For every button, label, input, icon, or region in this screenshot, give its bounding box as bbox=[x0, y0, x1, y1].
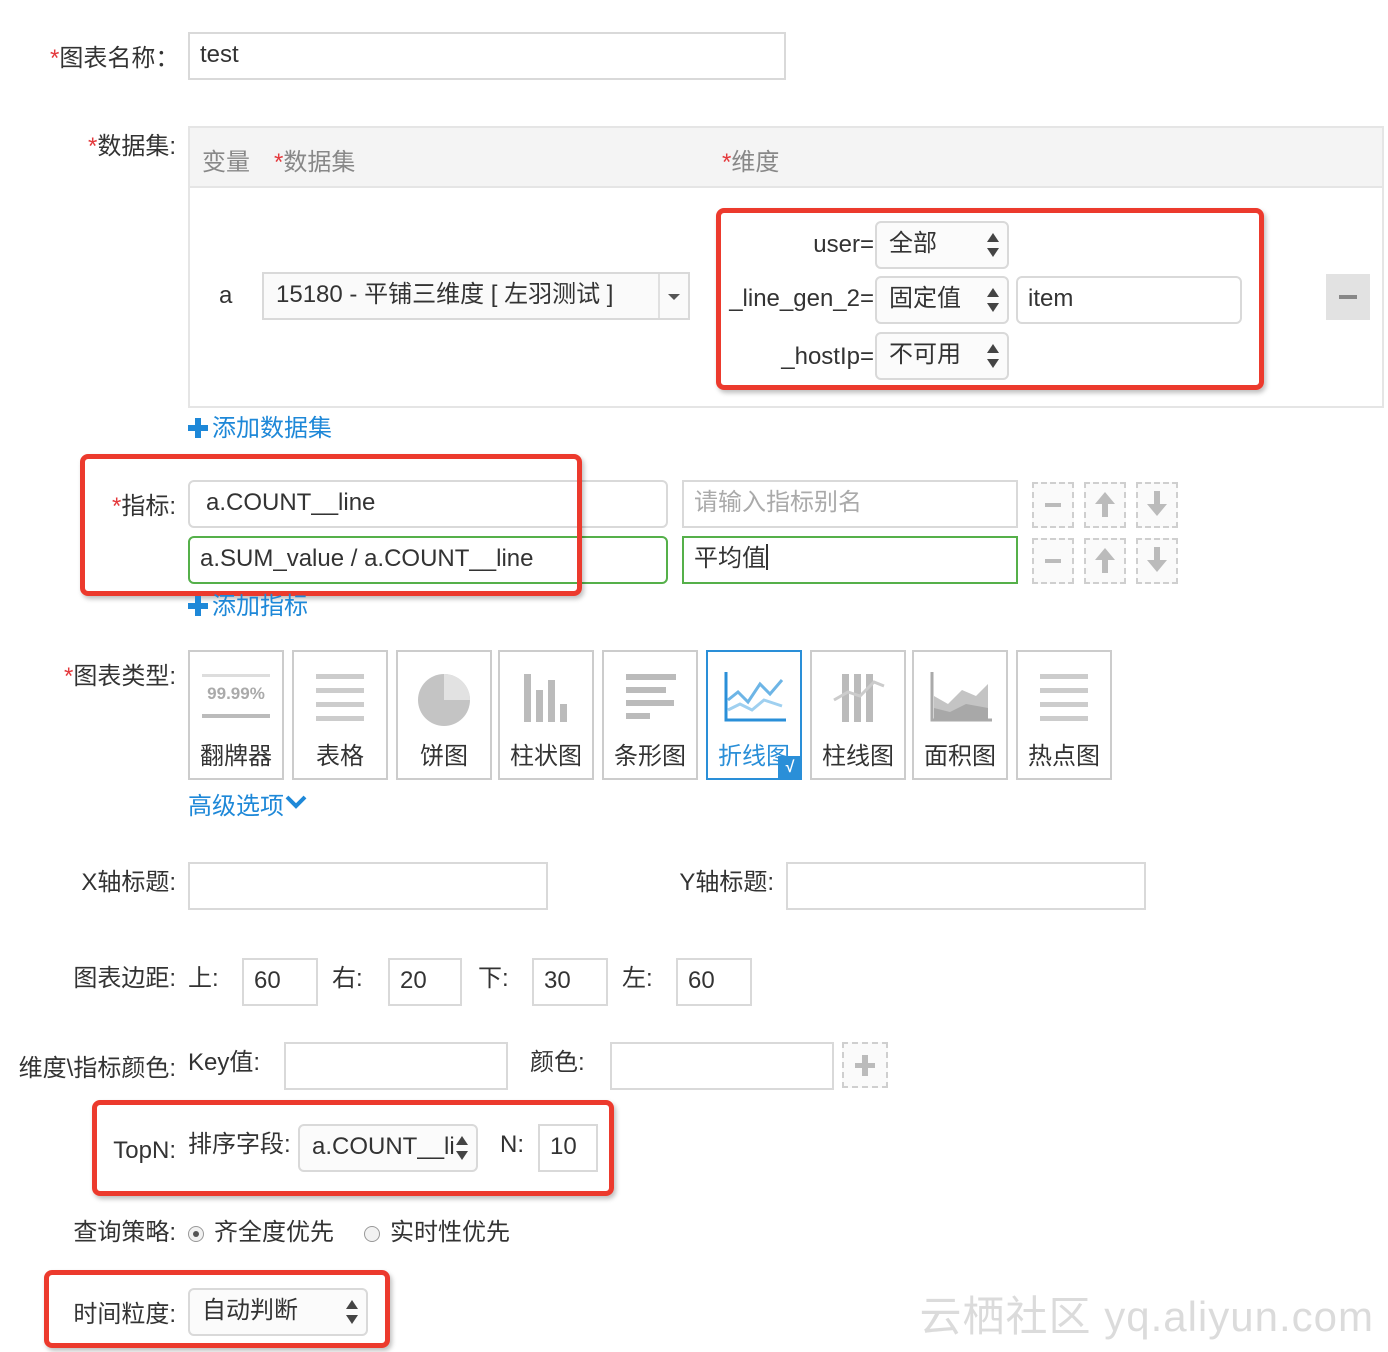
column-header-dataset: *数据集 bbox=[274, 149, 356, 176]
arrow-down-icon bbox=[1147, 504, 1167, 516]
chart-type-bar[interactable]: 条形图 bbox=[602, 650, 698, 780]
chart-margin-label: 图表边距: bbox=[73, 965, 176, 992]
column-header-dimension: *维度 bbox=[722, 149, 780, 176]
radio-completeness-first-label: 齐全度优先 bbox=[214, 1219, 334, 1246]
chart-type-column[interactable]: 柱状图 bbox=[498, 650, 594, 780]
chart-type-pie[interactable]: 饼图 bbox=[396, 650, 492, 780]
remove-dataset-button[interactable] bbox=[1326, 274, 1370, 320]
highlight-dimensions bbox=[716, 208, 1264, 390]
add-dataset-link[interactable]: 添加数据集 bbox=[188, 414, 332, 444]
radio-completeness-first[interactable] bbox=[188, 1226, 204, 1242]
remove-metric-button-2[interactable] bbox=[1032, 538, 1074, 584]
margin-top-input[interactable]: 60 bbox=[242, 958, 318, 1006]
radio-realtime-first-label: 实时性优先 bbox=[390, 1219, 510, 1246]
metric-alias-input-1[interactable]: 请输入指标别名 bbox=[682, 480, 1018, 528]
area-chart-icon bbox=[930, 672, 992, 722]
margin-top-label: 上: bbox=[188, 965, 219, 992]
chart-type-area[interactable]: 面积图 bbox=[912, 650, 1008, 780]
x-axis-title-input[interactable] bbox=[188, 862, 548, 910]
margin-left-input[interactable]: 60 bbox=[676, 958, 752, 1006]
selected-check-icon: √ bbox=[778, 756, 802, 780]
chart-type-line[interactable]: 折线图 √ bbox=[706, 650, 802, 780]
flipper-icon: 99.99% bbox=[202, 670, 270, 726]
move-up-metric-button-2[interactable] bbox=[1084, 538, 1126, 584]
margin-left-label: 左: bbox=[622, 965, 653, 992]
query-strategy-label: 查询策略: bbox=[73, 1219, 176, 1246]
y-axis-title-input[interactable] bbox=[786, 862, 1146, 910]
chevron-down-icon bbox=[668, 294, 680, 300]
margin-bottom-label: 下: bbox=[478, 965, 509, 992]
bar-chart-icon bbox=[626, 674, 676, 719]
minus-icon bbox=[1045, 559, 1061, 563]
chevron-down-icon bbox=[285, 795, 307, 809]
pie-chart-icon bbox=[418, 674, 470, 726]
plus-icon bbox=[188, 418, 208, 438]
dataset-table-header: 变量 *数据集 *维度 bbox=[190, 128, 1382, 188]
chart-name-input[interactable]: test bbox=[188, 32, 786, 80]
column-chart-icon bbox=[524, 674, 567, 722]
add-color-button[interactable] bbox=[842, 1042, 888, 1088]
advanced-options-link[interactable]: 高级选项 bbox=[188, 792, 308, 822]
x-axis-title-label: X轴标题: bbox=[81, 869, 176, 896]
dataset-label: *数据集: bbox=[87, 133, 176, 160]
color-key-input[interactable] bbox=[284, 1042, 508, 1090]
highlight-time-granularity bbox=[44, 1270, 390, 1348]
column-header-variable: 变量 bbox=[202, 149, 250, 176]
color-value-input[interactable] bbox=[610, 1042, 834, 1090]
chart-type-heatmap[interactable]: 热点图 bbox=[1016, 650, 1112, 780]
margin-bottom-input[interactable]: 30 bbox=[532, 958, 608, 1006]
column-line-chart-icon bbox=[833, 674, 885, 722]
table-icon bbox=[306, 670, 374, 726]
chart-type-label: *图表类型: bbox=[63, 663, 176, 690]
dataset-variable: a bbox=[219, 282, 233, 309]
margin-right-input[interactable]: 20 bbox=[388, 958, 462, 1006]
margin-right-label: 右: bbox=[332, 965, 363, 992]
arrow-down-icon bbox=[1147, 560, 1167, 572]
move-down-metric-button-2[interactable] bbox=[1136, 538, 1178, 584]
highlight-topn bbox=[92, 1100, 614, 1196]
dimension-color-label: 维度\指标颜色: bbox=[18, 1055, 176, 1082]
dropdown-divider bbox=[658, 274, 660, 318]
text-cursor bbox=[766, 544, 768, 570]
y-axis-title-label: Y轴标题: bbox=[679, 869, 774, 896]
minus-icon bbox=[1045, 503, 1061, 507]
watermark: 云栖社区 yq.aliyun.com bbox=[919, 1293, 1374, 1340]
metric-alias-input-2[interactable]: 平均值 bbox=[682, 536, 1018, 584]
highlight-metrics bbox=[80, 454, 582, 596]
add-metric-link[interactable]: 添加指标 bbox=[188, 592, 308, 622]
move-up-metric-button-1[interactable] bbox=[1084, 482, 1126, 528]
line-chart-icon bbox=[724, 672, 786, 722]
chart-type-column-line[interactable]: 柱线图 bbox=[810, 650, 906, 780]
minus-icon bbox=[1339, 295, 1357, 299]
chart-name-label: *图表名称： bbox=[50, 45, 180, 72]
color-value-label: 颜色: bbox=[530, 1049, 585, 1076]
remove-metric-button-1[interactable] bbox=[1032, 482, 1074, 528]
chart-type-table[interactable]: 表格 bbox=[292, 650, 388, 780]
color-key-label: Key值: bbox=[188, 1049, 261, 1076]
chart-type-flipper[interactable]: 99.99% 翻牌器 bbox=[188, 650, 284, 780]
heatmap-icon bbox=[1030, 670, 1098, 726]
move-down-metric-button-1[interactable] bbox=[1136, 482, 1178, 528]
plus-icon bbox=[188, 596, 208, 616]
radio-realtime-first[interactable] bbox=[364, 1226, 380, 1242]
dataset-select[interactable]: 15180 - 平铺三维度 [ 左羽测试 ] bbox=[262, 272, 690, 320]
